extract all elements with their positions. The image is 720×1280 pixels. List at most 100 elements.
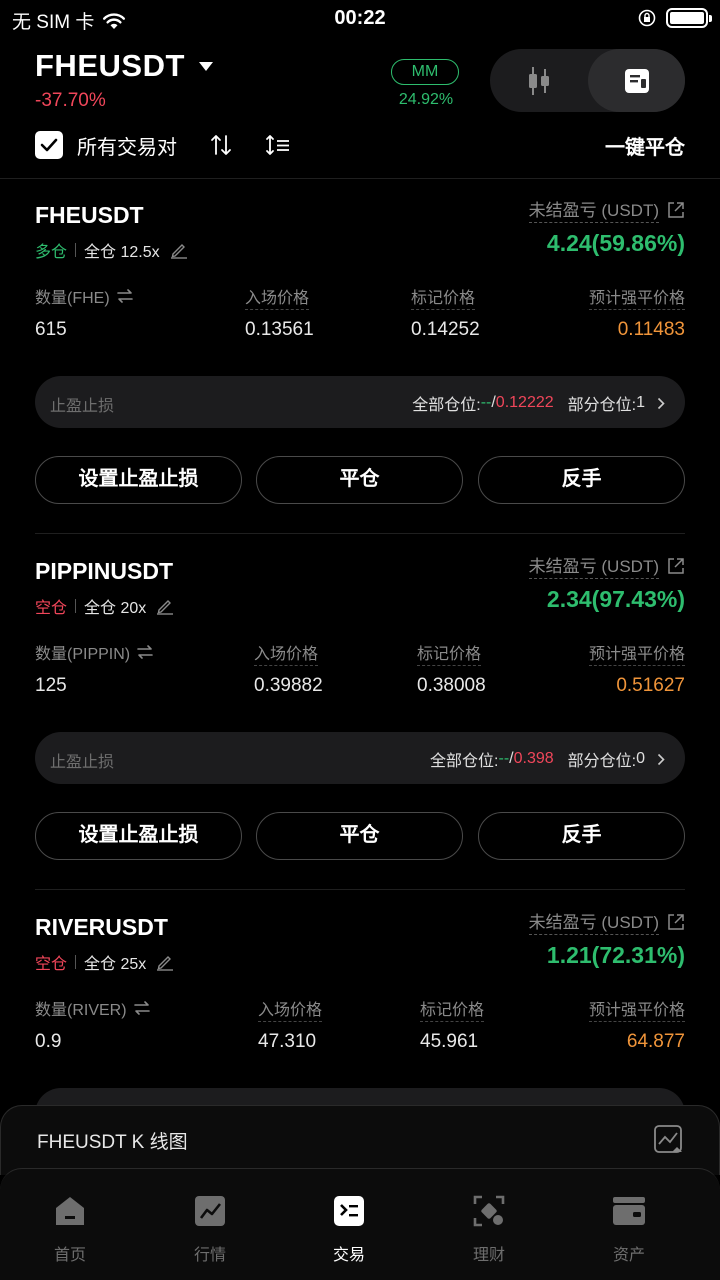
- mm-value: 24.92%: [398, 91, 454, 108]
- tab-markets[interactable]: 行情: [160, 1191, 260, 1265]
- trade-icon: [299, 1191, 399, 1231]
- tab-trade[interactable]: 交易: [299, 1191, 399, 1265]
- tpsl-bar[interactable]: 止盈止损 全部仓位: --/0.12222 部分仓位: 1: [35, 376, 685, 428]
- candlestick-icon: [528, 66, 549, 95]
- quantity-label[interactable]: 数量(FHE): [35, 284, 134, 309]
- tab-home[interactable]: 首页: [20, 1191, 120, 1265]
- quantity-label[interactable]: 数量(PIPPIN): [35, 640, 154, 665]
- quantity-value: 0.9: [35, 1031, 62, 1052]
- tpsl-label: 止盈止损: [50, 398, 115, 415]
- quantity-label[interactable]: 数量(RIVER): [35, 996, 151, 1021]
- mark-price-value: 45.961: [420, 1031, 479, 1052]
- entry-price-value: 0.39882: [254, 675, 323, 696]
- share-icon[interactable]: [667, 201, 685, 219]
- edit-leverage-icon[interactable]: [170, 241, 188, 259]
- entry-price-value: 0.13561: [245, 319, 314, 340]
- clock: 00:22: [334, 7, 386, 29]
- edit-leverage-icon[interactable]: [156, 953, 174, 971]
- chart-icon: [160, 1191, 260, 1231]
- wallet-icon: [579, 1191, 679, 1231]
- expand-chart-icon[interactable]: [653, 1124, 683, 1159]
- position-card: FHEUSDT 多仓 全仓 12.5x 未结盈亏 (USDT) 4.24(59.…: [35, 180, 685, 534]
- position-tags: 多仓 全仓 12.5x: [35, 238, 188, 262]
- position-card: PIPPINUSDT 空仓 全仓 20x 未结盈亏 (USDT) 2.34(97…: [35, 536, 685, 890]
- trade-header: FHEUSDT -37.70% MM 24.92% 所有交易对 一键平仓: [0, 44, 720, 184]
- set-tpsl-button[interactable]: 设置止盈止损: [35, 812, 242, 860]
- tp-value: --: [480, 394, 492, 411]
- upnl-value: 2.34(97.43%): [546, 586, 685, 612]
- sl-value: 0.12222: [495, 394, 554, 411]
- mm-badge[interactable]: MM: [391, 59, 459, 85]
- all-pairs-checkbox[interactable]: [35, 131, 63, 159]
- liq-price-label: 预计强平价格: [588, 640, 685, 666]
- mark-price-label: 标记价格: [420, 996, 485, 1022]
- finance-icon: [439, 1191, 539, 1231]
- mark-price-value: 0.14252: [411, 319, 480, 340]
- partial-count: 0: [636, 750, 645, 767]
- reverse-position-button[interactable]: 反手: [478, 812, 685, 860]
- swap-icon: [137, 645, 153, 659]
- kline-bar[interactable]: FHEUSDT K 线图: [0, 1105, 720, 1175]
- entry-price-label: 入场价格: [258, 996, 323, 1022]
- liq-price-value: 0.11483: [617, 319, 685, 340]
- tab-assets[interactable]: 资产: [579, 1191, 679, 1265]
- share-icon[interactable]: [667, 557, 685, 575]
- margin-mode: 全仓 20x: [84, 600, 147, 617]
- liq-price-value: 64.877: [626, 1031, 685, 1052]
- upnl-value: 4.24(59.86%): [546, 230, 685, 256]
- all-pairs-label[interactable]: 所有交易对: [77, 131, 177, 160]
- position-tags: 空仓 全仓 20x: [35, 594, 174, 618]
- view-toggle: [490, 49, 685, 112]
- pair-selector[interactable]: FHEUSDT: [35, 48, 213, 84]
- home-icon: [20, 1191, 120, 1231]
- entry-price-value: 47.310: [258, 1031, 317, 1052]
- edit-leverage-icon[interactable]: [156, 597, 174, 615]
- tpsl-label: 止盈止损: [50, 754, 115, 771]
- close-all-button[interactable]: 一键平仓: [605, 131, 685, 160]
- mark-price-label: 标记价格: [417, 640, 482, 666]
- bottom-tab-bar: 首页 行情 交易 理财 资产: [0, 1168, 720, 1280]
- kline-title: FHEUSDT K 线图: [37, 1132, 188, 1153]
- margin-mode: 全仓 25x: [84, 956, 147, 973]
- reverse-position-button[interactable]: 反手: [478, 456, 685, 504]
- check-icon: [40, 138, 58, 152]
- chevron-right-icon: [657, 753, 665, 766]
- share-icon[interactable]: [667, 913, 685, 931]
- positions-toolbar: 所有交易对 一键平仓: [35, 130, 685, 160]
- position-side: 空仓: [35, 600, 68, 617]
- status-bar: 无 SIM 卡 00:22: [0, 0, 720, 38]
- sort-icon[interactable]: [209, 133, 233, 157]
- close-position-button[interactable]: 平仓: [256, 456, 463, 504]
- liq-price-value: 0.51627: [616, 675, 685, 696]
- liq-price-label: 预计强平价格: [588, 284, 685, 310]
- caret-down-icon: [198, 61, 213, 71]
- position-side: 多仓: [35, 244, 68, 261]
- upnl-label: 未结盈亏 (USDT): [528, 552, 685, 579]
- order-view-button[interactable]: [588, 49, 685, 112]
- filter-list-icon[interactable]: [265, 133, 291, 157]
- chart-view-button[interactable]: [490, 49, 587, 112]
- tp-value: --: [498, 750, 510, 767]
- position-symbol[interactable]: PIPPINUSDT: [35, 558, 173, 585]
- battery-icon: [666, 8, 712, 28]
- orientation-lock-icon: [638, 9, 656, 27]
- swap-icon: [116, 289, 133, 303]
- divider: [35, 889, 685, 890]
- order-form-icon: [624, 68, 649, 93]
- swap-icon: [133, 1001, 150, 1015]
- partial-count: 1: [636, 394, 645, 411]
- close-position-button[interactable]: 平仓: [256, 812, 463, 860]
- position-side: 空仓: [35, 956, 68, 973]
- set-tpsl-button[interactable]: 设置止盈止损: [35, 456, 242, 504]
- tpsl-bar[interactable]: 止盈止损 全部仓位: --/0.398 部分仓位: 0: [35, 732, 685, 784]
- divider: [35, 533, 685, 534]
- upnl-label: 未结盈亏 (USDT): [528, 908, 685, 935]
- margin-mode: 全仓 12.5x: [84, 244, 160, 261]
- upnl-value: 1.21(72.31%): [546, 942, 685, 968]
- mark-price-value: 0.38008: [417, 675, 486, 696]
- position-symbol[interactable]: RIVERUSDT: [35, 914, 168, 941]
- entry-price-label: 入场价格: [254, 640, 319, 666]
- tab-finance[interactable]: 理财: [439, 1191, 539, 1265]
- position-symbol[interactable]: FHEUSDT: [35, 202, 144, 229]
- pair-change: -37.70%: [35, 90, 106, 111]
